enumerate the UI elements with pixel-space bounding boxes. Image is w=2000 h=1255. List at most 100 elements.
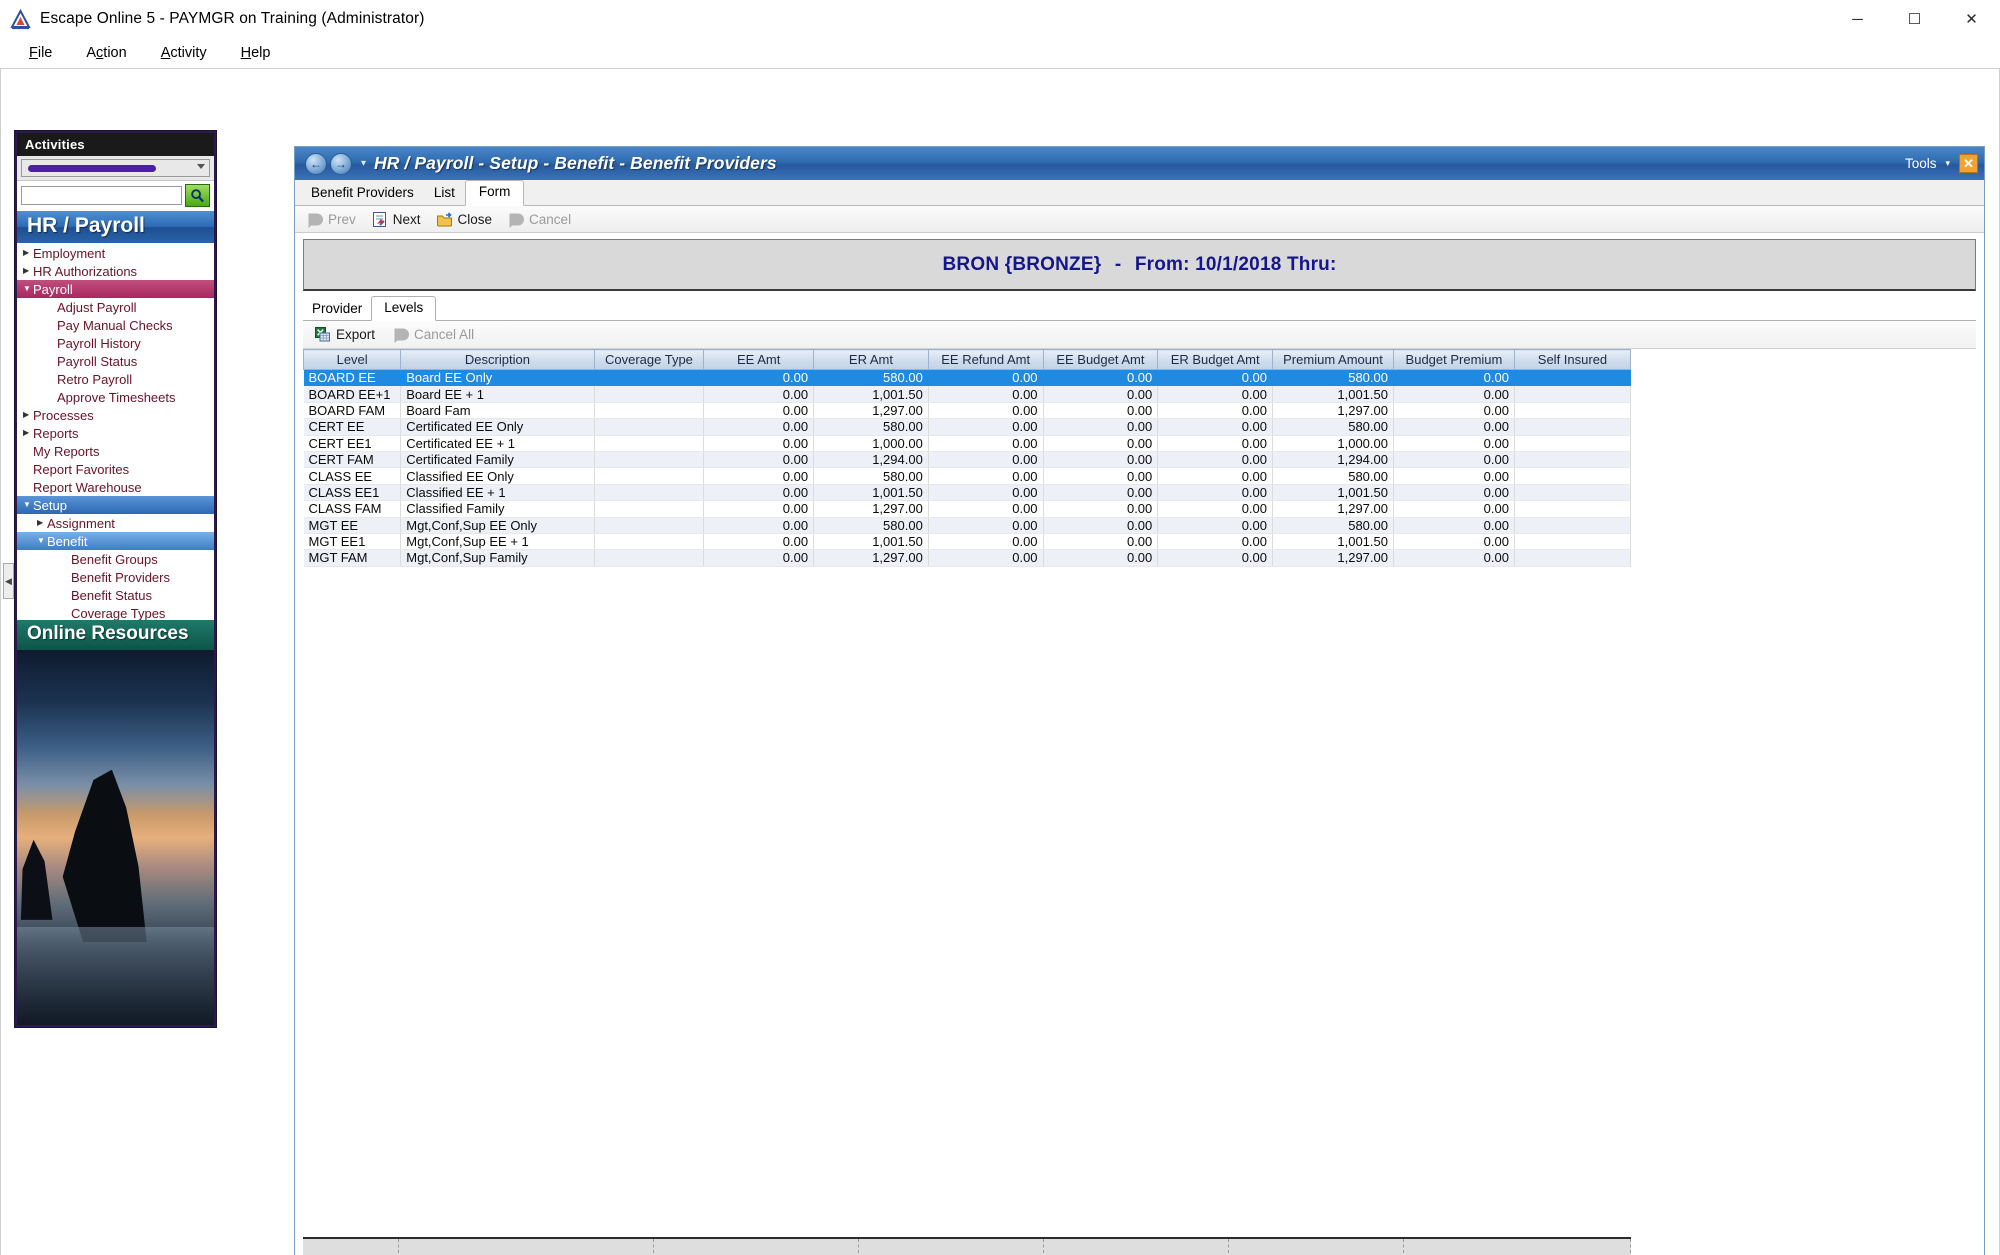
table-row[interactable]: CLASS EE Classified EE Only 0.00 580.00 0.00… xyxy=(303,467,1632,485)
grid-cell-ee-budget-amt[interactable]: 0.00 xyxy=(1043,484,1159,502)
table-row[interactable]: CERT FAM Certificated Family 0.00 1,294.00 0… xyxy=(303,451,1632,469)
grid-cell-er-amt[interactable]: 1,297.00 xyxy=(813,549,929,567)
sidebar-collapse-handle[interactable]: ◀ xyxy=(3,563,14,599)
grid-cell-budget-premium[interactable]: 0.00 xyxy=(1393,549,1515,567)
grid-column-header-budget-premium[interactable]: Budget Premium xyxy=(1392,349,1515,370)
activity-select-2[interactable] xyxy=(21,186,182,205)
table-row[interactable]: MGT FAM Mgt,Conf,Sup Family 0.00 1,297.00 0.… xyxy=(303,549,1632,567)
grid-cell-ee-refund-amt[interactable]: 0.00 xyxy=(928,484,1044,502)
grid-cell-er-budget-amt[interactable]: 0.00 xyxy=(1157,533,1274,551)
grid-column-header-level[interactable]: Level xyxy=(303,349,402,370)
grid-cell-ee-budget-amt[interactable]: 0.00 xyxy=(1043,500,1159,518)
sidebar-item-my-reports[interactable]: My Reports xyxy=(17,442,214,460)
grid-cell-er-amt[interactable]: 1,001.50 xyxy=(813,385,929,403)
grid-cell-premium-amount[interactable]: 1,297.00 xyxy=(1272,402,1394,420)
grid-cell-budget-premium[interactable]: 0.00 xyxy=(1393,517,1515,534)
grid-column-header-premium-amount[interactable]: Premium Amount xyxy=(1272,349,1394,370)
arrow-right-icon[interactable]: → xyxy=(330,152,352,175)
grid-cell-ee-amt[interactable]: 0.00 xyxy=(703,533,815,551)
grid-cell-level[interactable]: MGT FAM xyxy=(303,549,402,567)
grid-cell-coverage-type[interactable] xyxy=(594,533,705,551)
grid-cell-ee-refund-amt[interactable]: 0.00 xyxy=(928,451,1044,469)
grid-cell-er-amt[interactable]: 1,000.00 xyxy=(813,435,929,452)
grid-cell-description[interactable]: Certificated Family xyxy=(400,451,595,469)
grid-cell-self-insured[interactable] xyxy=(1514,369,1632,387)
grid-cell-coverage-type[interactable] xyxy=(594,451,705,469)
grid-cell-coverage-type[interactable] xyxy=(594,517,705,534)
table-row[interactable]: BOARD EE+1 Board EE + 1 0.00 1,001.50 0.00 0.… xyxy=(303,385,1632,403)
sidebar-item-assignment[interactable]: ▶ Assignment xyxy=(17,514,214,532)
tab-form[interactable]: Form xyxy=(464,180,525,206)
sidebar-item-benefit[interactable]: ▼ Benefit xyxy=(17,532,214,550)
table-row[interactable]: CLASS EE1 Classified EE + 1 0.00 1,001.50 0.… xyxy=(303,484,1632,502)
grid-cell-ee-refund-amt[interactable]: 0.00 xyxy=(928,517,1044,534)
grid-cell-coverage-type[interactable] xyxy=(594,369,705,387)
grid-cell-level[interactable]: BOARD EE xyxy=(303,369,402,387)
inner-tab-levels[interactable]: Levels xyxy=(371,296,437,321)
grid-column-header-ee-budget-amt[interactable]: EE Budget Amt xyxy=(1042,349,1159,370)
grid-cell-coverage-type[interactable] xyxy=(594,549,705,567)
sidebar-item-payroll[interactable]: ▼ Payroll xyxy=(17,280,214,298)
grid-cell-budget-premium[interactable]: 0.00 xyxy=(1393,418,1515,436)
activity-select-1[interactable] xyxy=(21,159,210,177)
grid-cell-er-amt[interactable]: 1,297.00 xyxy=(813,402,929,420)
grid-cell-budget-premium[interactable]: 0.00 xyxy=(1393,467,1515,485)
grid-cell-ee-amt[interactable]: 0.00 xyxy=(703,517,815,534)
grid-cell-budget-premium[interactable]: 0.00 xyxy=(1393,369,1515,387)
sidebar-item-payroll-history[interactable]: Payroll History xyxy=(17,334,214,352)
grid-cell-ee-refund-amt[interactable]: 0.00 xyxy=(928,418,1044,436)
grid-cell-self-insured[interactable] xyxy=(1514,533,1632,551)
grid-cell-description[interactable]: Classified Family xyxy=(400,500,595,518)
grid-cell-description[interactable]: Mgt,Conf,Sup EE + 1 xyxy=(400,533,595,551)
grid-cell-er-amt[interactable]: 580.00 xyxy=(813,467,929,485)
grid-cell-premium-amount[interactable]: 1,001.50 xyxy=(1272,484,1394,502)
grid-cell-description[interactable]: Classified EE Only xyxy=(400,467,595,485)
close-window-button[interactable]: ✕ xyxy=(1943,0,2000,38)
grid-cell-ee-refund-amt[interactable]: 0.00 xyxy=(928,467,1044,485)
grid-cell-description[interactable]: Mgt,Conf,Sup Family xyxy=(400,549,595,567)
grid-cell-description[interactable]: Board EE Only xyxy=(400,369,595,387)
grid-cell-self-insured[interactable] xyxy=(1514,435,1632,452)
grid-cell-level[interactable]: CLASS EE xyxy=(303,467,402,485)
grid-cell-premium-amount[interactable]: 580.00 xyxy=(1272,369,1394,387)
grid-cell-level[interactable]: CERT FAM xyxy=(303,451,402,469)
grid-cell-self-insured[interactable] xyxy=(1514,402,1632,420)
grid-column-header-self-insured[interactable]: Self Insured xyxy=(1513,349,1632,370)
grid-cell-description[interactable]: Mgt,Conf,Sup EE Only xyxy=(400,517,595,534)
arrow-left-icon[interactable]: ← xyxy=(305,152,327,175)
search-button[interactable] xyxy=(185,184,210,207)
grid-cell-ee-refund-amt[interactable]: 0.00 xyxy=(928,500,1044,518)
maximize-button[interactable]: ☐ xyxy=(1886,0,1943,38)
grid-column-header-ee-amt[interactable]: EE Amt xyxy=(703,349,815,370)
menu-activity[interactable]: Activity xyxy=(144,42,224,64)
grid-cell-er-budget-amt[interactable]: 0.00 xyxy=(1157,385,1274,403)
grid-cell-budget-premium[interactable]: 0.00 xyxy=(1393,533,1515,551)
grid-cell-premium-amount[interactable]: 1,297.00 xyxy=(1272,549,1394,567)
grid-cell-description[interactable]: Board EE + 1 xyxy=(400,385,595,403)
grid-column-header-er-amt[interactable]: ER Amt xyxy=(813,349,929,370)
grid-cell-er-amt[interactable]: 1,294.00 xyxy=(813,451,929,469)
tools-menu-label[interactable]: Tools xyxy=(1905,156,1937,171)
grid-cell-er-amt[interactable]: 580.00 xyxy=(813,517,929,534)
grid-cell-er-amt[interactable]: 580.00 xyxy=(813,369,929,387)
grid-cell-er-budget-amt[interactable]: 0.00 xyxy=(1157,418,1274,436)
close-icon[interactable]: ✕ xyxy=(1959,154,1978,173)
sidebar-item-benefit-groups[interactable]: Benefit Groups xyxy=(17,550,214,568)
grid-cell-ee-refund-amt[interactable]: 0.00 xyxy=(928,402,1044,420)
grid-cell-ee-budget-amt[interactable]: 0.00 xyxy=(1043,533,1159,551)
grid-cell-ee-amt[interactable]: 0.00 xyxy=(703,467,815,485)
chevron-down-icon-tools[interactable]: ▾ xyxy=(1945,158,1950,169)
sidebar-item-reports[interactable]: ▶ Reports xyxy=(17,424,214,442)
table-row[interactable]: BOARD EE Board EE Only 0.00 580.00 0.00 0.00 0… xyxy=(303,369,1632,387)
sidebar-item-employment[interactable]: ▶ Employment xyxy=(17,244,214,262)
grid-cell-description[interactable]: Certificated EE Only xyxy=(400,418,595,436)
table-row[interactable]: CLASS FAM Classified Family 0.00 1,297.00 0.… xyxy=(303,500,1632,518)
grid-cell-ee-budget-amt[interactable]: 0.00 xyxy=(1043,385,1159,403)
sidebar-item-approve-timesheets[interactable]: Approve Timesheets xyxy=(17,388,214,406)
grid-cell-self-insured[interactable] xyxy=(1514,467,1632,485)
sidebar-item-coverage-types[interactable]: Coverage Types xyxy=(17,604,214,620)
grid-cell-ee-amt[interactable]: 0.00 xyxy=(703,418,815,436)
grid-cell-ee-budget-amt[interactable]: 0.00 xyxy=(1043,435,1159,452)
grid-column-header-ee-refund-amt[interactable]: EE Refund Amt xyxy=(927,349,1044,370)
grid-cell-level[interactable]: BOARD FAM xyxy=(303,402,402,420)
